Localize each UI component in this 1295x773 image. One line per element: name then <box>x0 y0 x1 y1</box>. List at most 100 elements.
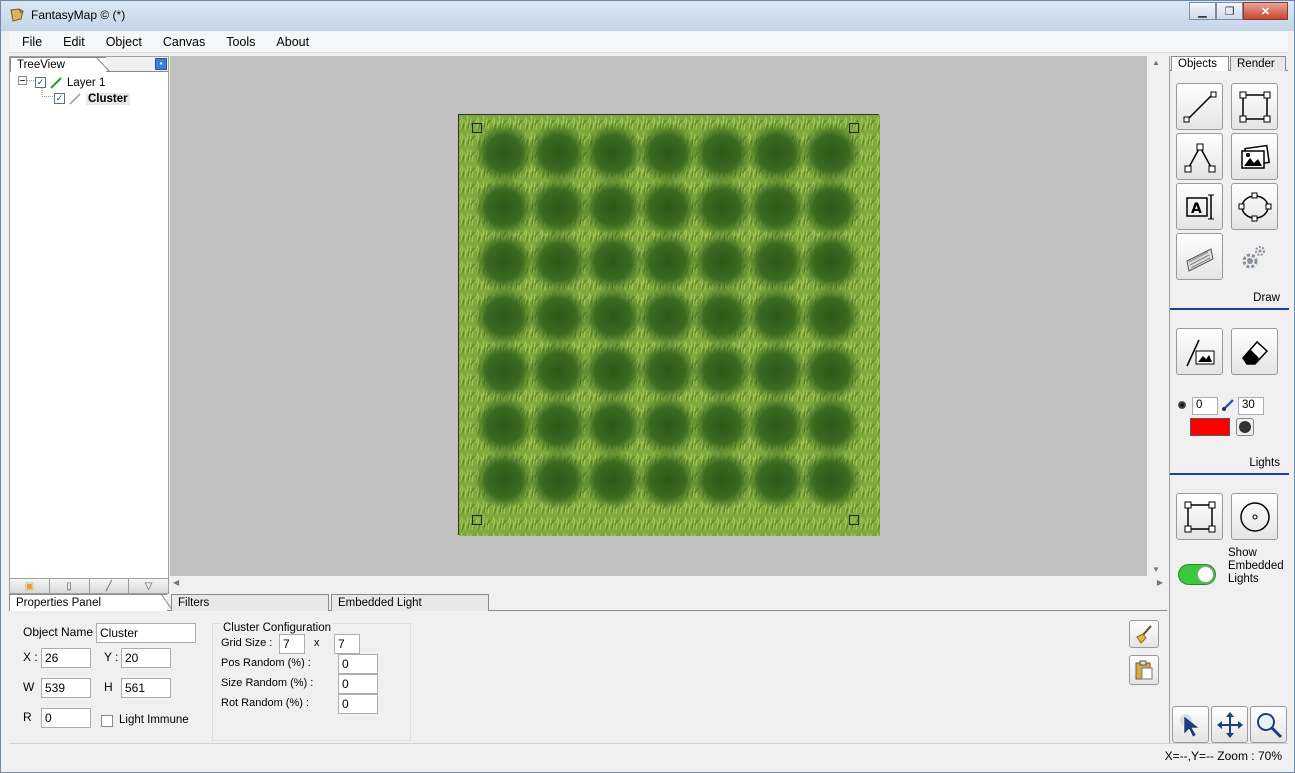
delete-button[interactable]: ▯ <box>49 579 90 593</box>
bush-tile <box>637 395 698 456</box>
cluster-object[interactable] <box>459 115 880 536</box>
app-window: FantasyMap © (*) ▁ ❐ ✕ File Edit Object … <box>0 0 1295 773</box>
pencil-icon <box>50 76 62 89</box>
line-tool-button[interactable] <box>1176 83 1223 130</box>
tab-treeview[interactable]: TreeView <box>10 57 106 72</box>
pencil-outline-icon <box>69 92 81 105</box>
horizontal-scrollbar[interactable]: ◀ ▶ <box>170 576 1166 593</box>
tab-corner-icon <box>96 57 110 72</box>
tab-render[interactable]: Render <box>1230 56 1286 71</box>
add-layer-button[interactable]: ▣ <box>10 579 50 593</box>
bush-tile <box>692 232 752 292</box>
menu-file[interactable]: File <box>9 35 50 49</box>
grid-size-x-field[interactable]: 7 <box>279 634 305 654</box>
bush-tile <box>583 232 643 292</box>
status-bar: X=--,Y=-- Zoom : 70% <box>9 743 1288 765</box>
edit-button[interactable]: ╱ <box>89 579 130 593</box>
scroll-right-icon[interactable]: ▶ <box>1157 578 1163 587</box>
text-tool-button[interactable]: A <box>1176 183 1223 230</box>
tab-embedded-light[interactable]: Embedded Light <box>331 594 489 611</box>
menu-edit[interactable]: Edit <box>50 35 93 49</box>
resize-handle-top-right[interactable] <box>849 123 859 133</box>
minimize-icon: ▁ <box>1198 5 1207 18</box>
scroll-left-icon[interactable]: ◀ <box>173 578 179 587</box>
bush-tile <box>528 177 589 238</box>
restore-icon: ❐ <box>1224 5 1235 18</box>
resize-handle-bottom-left[interactable] <box>472 515 482 525</box>
bush-tile <box>692 286 752 347</box>
eraser-icon <box>1241 340 1268 365</box>
width-field[interactable]: 539 <box>41 678 91 698</box>
y-label: Y : <box>104 650 119 664</box>
bush-tile <box>637 123 698 183</box>
cluster-visible-checkbox[interactable]: ✓ <box>54 93 65 104</box>
close-button[interactable]: ✕ <box>1243 2 1288 20</box>
x-field[interactable]: 26 <box>41 648 91 668</box>
show-embedded-lights-label: Show Embedded Lights <box>1228 547 1284 585</box>
vertical-scrollbar[interactable]: ▲ ▼ <box>1147 56 1166 576</box>
bush-tile <box>583 123 643 183</box>
menu-object[interactable]: Object <box>93 35 150 49</box>
brush-strength-field[interactable]: 30 <box>1238 397 1264 415</box>
rot-random-field[interactable]: 0 <box>338 694 378 714</box>
polyline-tool-button[interactable] <box>1176 133 1223 180</box>
tree-node-cluster[interactable]: ✓ Cluster <box>54 91 130 106</box>
object-name-field[interactable]: Cluster <box>96 623 196 643</box>
tab-objects[interactable]: Objects <box>1171 56 1229 71</box>
section-divider <box>1170 473 1289 475</box>
eraser-button[interactable] <box>1231 328 1278 375</box>
layer-visible-checkbox[interactable]: ✓ <box>35 77 46 88</box>
x-label: X : <box>23 650 38 664</box>
settings-button[interactable] <box>1238 243 1268 273</box>
resize-handle-top-left[interactable] <box>472 123 482 133</box>
zoom-tool-button[interactable] <box>1250 706 1287 743</box>
height-field[interactable]: 561 <box>121 678 171 698</box>
light-point-button[interactable] <box>1231 493 1278 540</box>
tab-filters[interactable]: Filters <box>171 594 329 611</box>
bush-tile <box>583 341 643 401</box>
image-tool-button[interactable] <box>1231 133 1278 180</box>
panel-pin-button[interactable]: ▪ <box>155 58 167 70</box>
trash-icon: ▯ <box>66 580 72 592</box>
clear-button[interactable] <box>1129 620 1159 648</box>
menu-tools[interactable]: Tools <box>213 35 263 49</box>
pan-tool-button[interactable] <box>1211 706 1248 743</box>
scroll-down-icon[interactable]: ▼ <box>1152 565 1160 574</box>
images-icon <box>1240 144 1270 169</box>
y-field[interactable]: 20 <box>121 648 171 668</box>
text-tool-icon: A <box>1185 194 1214 219</box>
resize-handle-bottom-right[interactable] <box>849 515 859 525</box>
maximize-button[interactable]: ❐ <box>1216 2 1243 20</box>
menu-canvas[interactable]: Canvas <box>150 35 213 49</box>
bush-tile <box>528 232 589 292</box>
select-tool-button[interactable] <box>1172 706 1209 743</box>
bush-tile <box>801 395 861 456</box>
rotation-field[interactable]: 0 <box>41 708 91 728</box>
move-down-button[interactable]: ▽ <box>129 579 168 593</box>
texture-tool-button[interactable] <box>1176 233 1223 280</box>
light-brush-button[interactable] <box>1176 328 1223 375</box>
show-embedded-lights-toggle[interactable] <box>1178 564 1216 585</box>
r-label: R <box>23 710 32 724</box>
tree-node-layer[interactable]: ✓ Layer 1 <box>35 75 105 90</box>
light-immune-checkbox[interactable] <box>101 715 113 727</box>
light-color-swatch[interactable] <box>1190 418 1230 436</box>
light-shape-button[interactable] <box>1236 418 1254 436</box>
brush-size-icon <box>1178 401 1186 409</box>
map-canvas[interactable] <box>458 114 880 536</box>
size-random-field[interactable]: 0 <box>338 674 378 694</box>
grid-size-y-field[interactable]: 7 <box>334 634 360 654</box>
minimize-button[interactable]: ▁ <box>1189 2 1216 20</box>
object-name-label: Object Name <box>23 625 94 639</box>
paste-button[interactable] <box>1129 655 1159 685</box>
h-label: H <box>104 680 113 694</box>
menu-about[interactable]: About <box>263 35 317 49</box>
rectangle-tool-button[interactable] <box>1231 83 1278 130</box>
brush-size-field[interactable]: 0 <box>1192 397 1218 415</box>
light-bounds-button[interactable] <box>1176 493 1223 540</box>
scroll-up-icon[interactable]: ▲ <box>1152 58 1160 67</box>
tab-properties-panel[interactable]: Properties Panel <box>9 594 167 611</box>
bush-tile <box>474 177 534 238</box>
ellipse-tool-button[interactable] <box>1231 183 1278 230</box>
pos-random-field[interactable]: 0 <box>338 654 378 674</box>
